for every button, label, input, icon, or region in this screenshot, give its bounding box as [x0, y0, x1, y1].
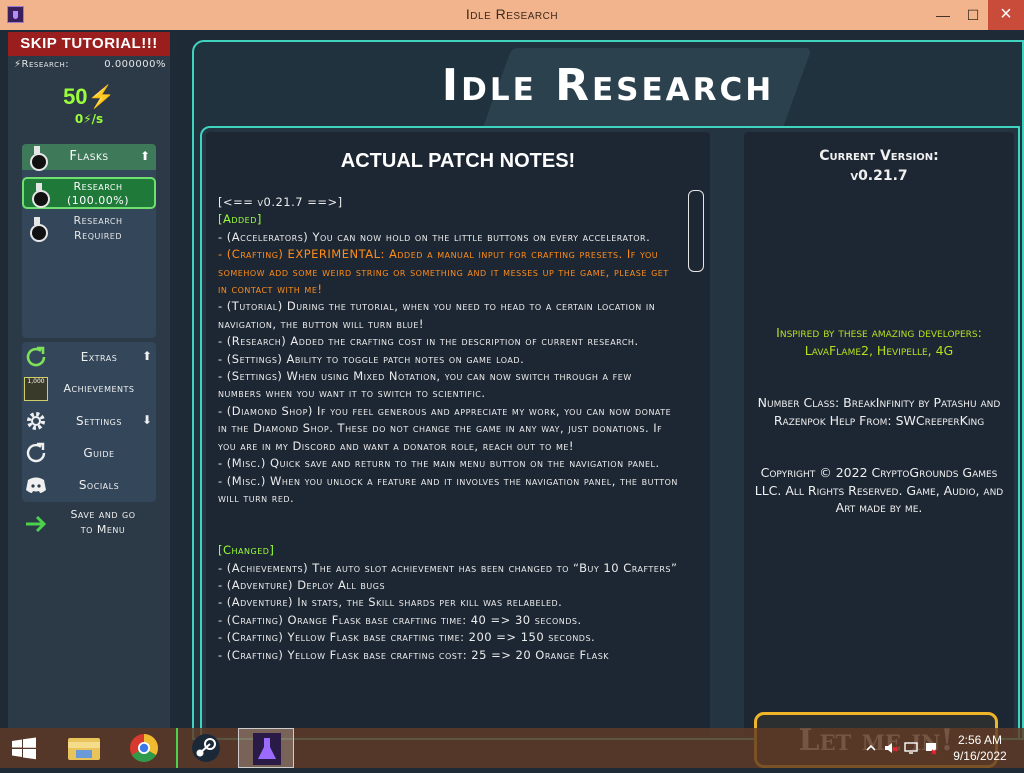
patch-note-line: - (Research) Added the crafting cost in … [218, 334, 639, 349]
folder-icon [68, 738, 100, 760]
energy-rate: 0⚡/s [74, 112, 104, 126]
patch-note-line: - (Misc.) Quick save and return to the m… [218, 456, 660, 471]
patch-notes-panel: ACTUAL PATCH NOTES! [<== v0.21.7 ==>] [Ad… [206, 132, 710, 736]
main-panel: Idle Research ACTUAL PATCH NOTES! [<== v… [192, 40, 1024, 740]
minimize-button[interactable]: — [928, 0, 958, 30]
research-label: ⚡Research: [14, 59, 70, 70]
system-tray [864, 738, 944, 758]
extras-nav-panel: Extras ⬆ 1,000 Achievements Settings ⬇ G… [22, 342, 156, 502]
energy-amount: 50⚡ [63, 84, 115, 109]
patch-note-line: [Added] [218, 212, 262, 227]
patch-note-line: - (Achievements) The auto slot achieveme… [218, 560, 678, 575]
nav-required-label-1: Research [73, 214, 123, 227]
collapse-arrow-icon[interactable]: ⬆ [140, 149, 150, 163]
taskbar-idle-research[interactable] [238, 728, 294, 768]
close-button[interactable]: × [988, 0, 1024, 30]
patch-notes-heading: ACTUAL PATCH NOTES! [340, 150, 576, 172]
window-title-bar: Idle Research — ☐ × [0, 0, 1024, 30]
info-panel: Current Version: v0.21.7 Inspired by the… [744, 132, 1014, 736]
research-value: 0.000000% [104, 59, 166, 70]
clock-date: 9/16/2022 [953, 749, 1007, 763]
arrow-right-icon [26, 515, 47, 533]
flasks-label: Flasks [69, 149, 109, 164]
nav-research-label: Research [73, 180, 123, 193]
flasks-header[interactable]: Flasks ⬆ [22, 144, 156, 171]
network-icon[interactable] [904, 740, 918, 754]
expand-arrow-icon[interactable]: ⬇ [142, 413, 152, 427]
patch-note-line: - (Tutorial) During the tutorial, when y… [218, 299, 656, 331]
maximize-button[interactable]: ☐ [958, 0, 988, 30]
save-menu-label-2: to Menu [80, 523, 126, 536]
discord-icon [26, 477, 46, 493]
nav-item-guide[interactable]: Guide [22, 438, 156, 468]
patch-notes-scrollbar[interactable] [688, 190, 704, 272]
patch-note-line: - (Crafting) Yellow Flask base crafting … [218, 647, 610, 662]
guide-label: Guide [83, 446, 115, 460]
refresh-icon [26, 346, 46, 367]
gear-icon [27, 412, 45, 430]
current-version-label: Current Version: [819, 148, 939, 164]
patch-note-line: - (Adventure) In stats, the Skill shards… [218, 595, 563, 610]
research-progress: ⚡Research: 0.000000% [14, 59, 170, 70]
save-and-menu-button[interactable]: Save and go to Menu [22, 506, 156, 546]
patch-note-line [218, 507, 678, 524]
achievements-label: Achievements [63, 382, 135, 395]
taskbar-file-explorer[interactable] [56, 728, 112, 768]
current-version-value: v0.21.7 [850, 168, 908, 184]
start-button[interactable] [0, 728, 48, 768]
skip-tutorial-button[interactable]: SKIP TUTORIAL!!! [8, 32, 170, 56]
patch-note-line: - (Misc.) When you unlock a feature and … [218, 473, 678, 505]
taskbar-clock[interactable]: 2:56 AM 9/16/2022 [944, 732, 1016, 764]
extras-label: Extras [80, 350, 118, 364]
number-class-credits: Number Class: BreakInfinity by Patashu a… [757, 395, 1001, 428]
chrome-icon [130, 734, 158, 762]
taskbar-steam[interactable] [176, 728, 232, 768]
nav-item-settings[interactable]: Settings ⬇ [22, 406, 156, 436]
patch-note-line [218, 525, 678, 542]
extras-header[interactable]: Extras ⬆ [22, 342, 156, 372]
patch-note-line: - (Crafting) Orange Flask base crafting … [218, 612, 582, 627]
inspired-credits: Inspired by these amazing developers: La… [776, 325, 982, 358]
patch-note-line: - (Settings) Ability to toggle patch not… [218, 351, 525, 366]
content-frame: ACTUAL PATCH NOTES! [<== v0.21.7 ==>] [Ad… [200, 126, 1020, 740]
taskbar: 2:56 AM 9/16/2022 [0, 728, 1024, 768]
socials-label: Socials [78, 478, 120, 492]
nav-required-label-2: Required [74, 229, 122, 242]
patch-note-line: - (Crafting) EXPERIMENTAL: Added a manua… [218, 247, 669, 297]
clock-time: 2:56 AM [957, 733, 1003, 747]
patch-note-line: - (Diamond Shop) If you feel generous an… [218, 403, 672, 453]
taskbar-chrome[interactable] [116, 728, 172, 768]
refresh-icon [26, 442, 46, 463]
patch-notes-text[interactable]: [<== v0.21.7 ==>] [Added] - (Accelerators)… [218, 194, 678, 734]
action-center-icon[interactable] [924, 740, 938, 755]
patch-note-line: [Changed] [218, 543, 275, 558]
window-title: Idle Research [465, 6, 559, 22]
settings-label: Settings [76, 414, 122, 428]
collapse-arrow-icon[interactable]: ⬆ [142, 349, 152, 363]
patch-note-line: - (Crafting) Yellow Flask base crafting … [218, 630, 596, 645]
nav-item-research-required[interactable]: Research Required [22, 213, 156, 245]
sidebar: SKIP TUTORIAL!!! ⚡Research: 0.000000% 50… [8, 32, 170, 728]
nav-item-socials[interactable]: Socials [22, 470, 156, 500]
volume-muted-icon[interactable] [884, 740, 898, 754]
game-title: Idle Research [441, 60, 775, 111]
show-hidden-icons[interactable] [864, 740, 878, 754]
flasks-nav-panel: Flasks ⬆ Research (100.00%) Research Req… [22, 144, 156, 338]
windows-start-icon [12, 737, 36, 760]
steam-icon [192, 734, 220, 762]
save-menu-label-1: Save and go [70, 508, 136, 521]
patch-note-line: - (Accelerators) You can now hold on the… [218, 229, 651, 244]
patch-note-line: - (Settings) When using Mixed Notation, … [218, 369, 632, 401]
patch-note-line: [<== v0.21.7 ==>] [218, 195, 343, 209]
copyright-text: Copyright © 2022 CryptoGrounds Games LLC… [754, 465, 1004, 515]
nav-item-research[interactable]: Research (100.00%) [22, 177, 156, 209]
patch-note-line: - (Adventure) Deploy All bugs [218, 577, 386, 592]
nav-research-percent: (100.00%) [66, 194, 130, 207]
flask-icon [253, 733, 281, 765]
nav-item-achievements[interactable]: 1,000 Achievements [22, 374, 156, 404]
achievement-icon: 1,000 [24, 377, 48, 401]
